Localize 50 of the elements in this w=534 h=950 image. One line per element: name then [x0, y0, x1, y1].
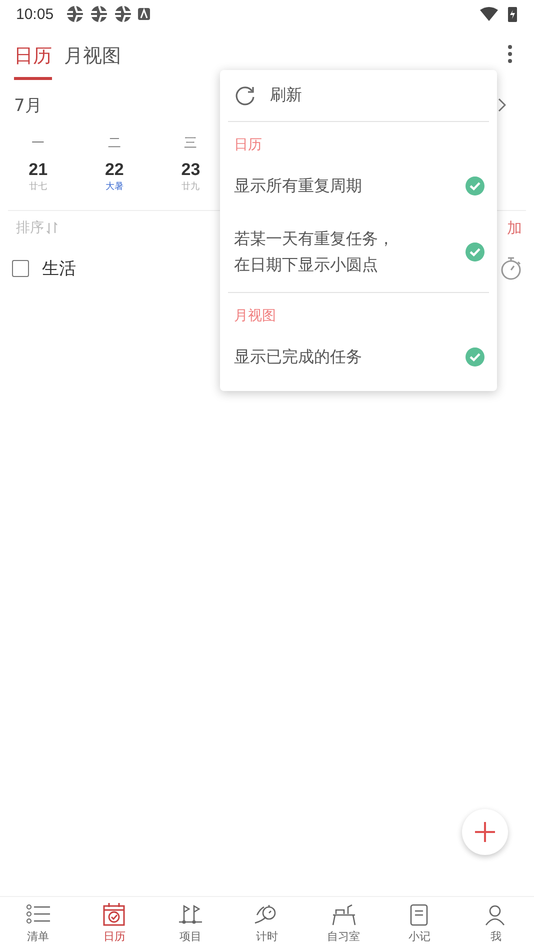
app-notification-icon — [66, 5, 84, 23]
menu-toggle-item[interactable]: 显示已完成的任务 — [220, 331, 497, 383]
menu-item-label: 显示所有重复周期 — [234, 175, 363, 197]
chevron-right-icon[interactable] — [498, 98, 506, 112]
more-menu-icon[interactable] — [508, 45, 512, 63]
weekday-label: 一 — [32, 135, 45, 152]
task-title: 生活 — [42, 258, 76, 280]
nav-tab[interactable]: 日历 — [76, 897, 153, 950]
lunar-date: 廿七 — [29, 180, 48, 193]
date-number[interactable]: 21 — [28, 160, 48, 180]
menu-item-label: 刷新 — [270, 85, 302, 106]
nav-tab[interactable]: 项目 — [152, 897, 229, 950]
plus-icon — [475, 822, 495, 842]
weekday-label: 二 — [108, 135, 121, 152]
lunar-date: 廿九 — [182, 180, 200, 193]
stopwatch-icon[interactable] — [500, 256, 522, 280]
app-notification-icon — [114, 5, 132, 23]
add-link[interactable]: 加 — [507, 218, 522, 238]
nav-tab[interactable]: 清单 — [0, 897, 76, 950]
month-label: 7月 — [14, 94, 42, 116]
flags-icon — [178, 903, 204, 926]
list-icon — [26, 903, 51, 926]
date-number[interactable]: 23 — [181, 160, 200, 180]
nav-tab[interactable]: 小记 — [381, 897, 458, 950]
menu-toggle-item[interactable]: 若某一天有重复任务，在日期下显示小圆点 — [220, 212, 497, 292]
view-tab[interactable]: 月视图 — [64, 34, 121, 80]
menu-item-label: 若某一天有重复任务，在日期下显示小圆点 — [234, 228, 395, 276]
task-checkbox[interactable] — [12, 260, 29, 276]
add-task-button[interactable] — [462, 809, 508, 855]
nav-tab[interactable]: 自习室 — [305, 897, 382, 950]
status-time: 10:05 — [16, 6, 54, 22]
refresh-menu-item[interactable]: 刷新 — [220, 70, 497, 121]
refresh-icon — [234, 84, 256, 106]
calendar-check-icon — [102, 903, 127, 926]
menu-section-header: 日历 — [233, 136, 263, 155]
sort-icon — [46, 222, 58, 234]
app-notification-icon — [90, 5, 108, 23]
wifi-icon — [480, 7, 498, 21]
view-tab[interactable]: 日历 — [14, 34, 52, 80]
lunar-date: 大暑 — [105, 180, 124, 193]
keyboard-notification-icon — [138, 8, 150, 20]
battery-icon — [508, 6, 517, 22]
menu-toggle-item[interactable]: 显示所有重复周期 — [220, 160, 497, 212]
date-number[interactable]: 22 — [104, 160, 124, 180]
weekday-label: 三 — [184, 135, 198, 152]
menu-section-header: 月视图 — [233, 307, 277, 326]
menu-item-label: 显示已完成的任务 — [234, 346, 363, 368]
nav-tab[interactable]: 计时 — [228, 897, 306, 950]
desk-lamp-icon — [330, 903, 356, 926]
nav-tab[interactable]: 我 — [458, 897, 534, 950]
